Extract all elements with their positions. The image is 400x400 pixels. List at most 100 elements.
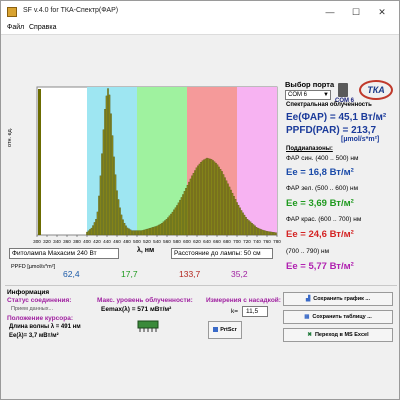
spectrum-bar	[260, 229, 262, 236]
blue-band-label: ФАР син. (400 .. 500) нм	[286, 155, 359, 162]
spectrum-bar	[227, 183, 229, 236]
spectrum-bar	[248, 220, 250, 236]
spectrum-bar	[123, 223, 126, 236]
spectrum-bar	[99, 175, 102, 236]
spectrum-bar	[239, 207, 241, 236]
ee-far-value: Ee(ФАР) = 45,1 Вт/м²	[286, 112, 387, 123]
spectrum-bar	[209, 158, 211, 236]
spectrum-bar	[165, 219, 168, 236]
spectrum-chart[interactable]: 300 320 340 360 380 400 420 440 460 480 500 520 540 5…	[9, 81, 283, 249]
x-tick-label: 680	[223, 239, 231, 244]
chevron-down-icon: ▼	[323, 92, 329, 98]
spectrum-bar	[219, 168, 222, 236]
spectrum-bar	[251, 223, 253, 236]
menu-file[interactable]: Файл	[7, 24, 24, 31]
spectrum-bar	[156, 225, 159, 236]
spectrum-bar	[258, 228, 261, 236]
spectrum-bar	[147, 228, 150, 236]
port-label: Выбор порта	[285, 80, 335, 89]
spectrum-bar	[186, 184, 189, 236]
save-chart-button[interactable]: ▟ Сохранить график ...	[283, 292, 393, 306]
x-tick-label: 640	[203, 239, 211, 244]
spectrum-bar	[198, 163, 201, 236]
x-tick-label: 500	[133, 239, 141, 244]
spectrum-bar	[171, 211, 174, 236]
spectrum-bar	[140, 230, 142, 236]
lamp-name-input[interactable]: Фитолампа Махасим 240 Вт	[9, 248, 119, 259]
close-button[interactable]: ✕	[373, 5, 391, 19]
x-tick-label: 540	[153, 239, 161, 244]
spectrum-bar	[129, 229, 132, 236]
spectrum-bar	[273, 232, 276, 236]
spectrum-bar	[236, 202, 238, 236]
spectrum-bar	[144, 229, 147, 236]
spectrum-bar	[207, 158, 210, 236]
spectrum-bar	[216, 164, 219, 236]
spectrum-bar	[162, 221, 165, 236]
k-input[interactable]: 11,5	[242, 306, 268, 317]
x-tick-label: 300	[33, 239, 41, 244]
port-select[interactable]: COM 6 ▼	[285, 90, 331, 100]
spectrum-bar	[242, 212, 244, 236]
spectrum-bar	[275, 232, 277, 236]
spectrum-bar	[203, 159, 205, 236]
spectrum-bar	[194, 170, 196, 236]
ppfd-far-red-value: 35,2	[231, 269, 248, 279]
spectrum-bar	[245, 217, 247, 236]
spectrum-bar	[146, 228, 148, 236]
spectrum-bar	[105, 95, 108, 236]
spectrum-bar	[110, 113, 112, 236]
excel-icon: ✖	[307, 332, 312, 338]
spectrum-bar	[233, 196, 235, 236]
spectrum-bar	[92, 225, 94, 236]
usb-connector-icon	[338, 83, 348, 97]
prtscr-button[interactable]: PrtScr	[208, 321, 242, 339]
spectrum-bar	[141, 230, 144, 236]
spectrum-bar	[206, 157, 208, 236]
spectrum-bar	[195, 167, 198, 236]
divider	[5, 285, 397, 286]
spectrum-bar	[201, 160, 204, 236]
status-label: Статус соединения:	[7, 297, 72, 304]
spectrum-bar	[125, 225, 127, 236]
device-sensor-icon	[137, 320, 159, 332]
menu-bar: Файл Справка	[1, 23, 399, 35]
x-tick-label: 340	[53, 239, 61, 244]
save-table-label: Сохранить таблицу ...	[312, 314, 372, 320]
spectrum-bar	[104, 109, 106, 236]
spectrum-bar	[150, 227, 153, 236]
maximize-button[interactable]: ☐	[347, 5, 365, 19]
x-tick-label: 660	[213, 239, 221, 244]
excel-button[interactable]: ✖ Переход в MS Excel	[283, 328, 393, 342]
spectrum-bar	[234, 199, 237, 236]
spectrum-bar	[170, 213, 172, 236]
lambda-label: λ, нм	[137, 247, 155, 254]
app-icon	[7, 7, 17, 17]
spectrum-bar	[200, 162, 202, 236]
spectrum-bar	[204, 158, 207, 236]
spectrum-bar	[257, 227, 259, 236]
x-tick-label: 700	[233, 239, 241, 244]
spectrum-bar	[86, 231, 88, 236]
results-title: Спектральная облученность	[286, 102, 372, 108]
max-label: Макс. уровень облученности:	[97, 297, 193, 304]
spectrum-bar	[264, 230, 267, 236]
spectrum-bar	[180, 197, 183, 236]
green-band-label: ФАР зел. (500 .. 600) нм	[286, 185, 359, 192]
spectrum-bar	[231, 192, 234, 236]
spectrum-bar	[272, 232, 274, 236]
minimize-button[interactable]: —	[321, 5, 339, 19]
x-tick-label: 620	[193, 239, 201, 244]
x-tick-label: 760	[263, 239, 271, 244]
spectrum-bar	[98, 195, 100, 236]
red-band-label: ФАР крас. (600 .. 700) нм	[286, 216, 362, 223]
spectrum-bar	[153, 226, 156, 236]
spectrum-bar	[212, 160, 214, 236]
menu-help[interactable]: Справка	[29, 24, 56, 31]
spectrum-bar	[174, 207, 177, 236]
excel-label: Переход в MS Excel	[314, 332, 369, 338]
distance-input[interactable]: Расстояние до лампы: 50 см	[171, 248, 273, 259]
save-table-button[interactable]: ▦ Сохранить таблицу ...	[283, 310, 393, 324]
tka-logo: ТКА	[359, 80, 393, 100]
spectrum-bar	[101, 153, 103, 236]
